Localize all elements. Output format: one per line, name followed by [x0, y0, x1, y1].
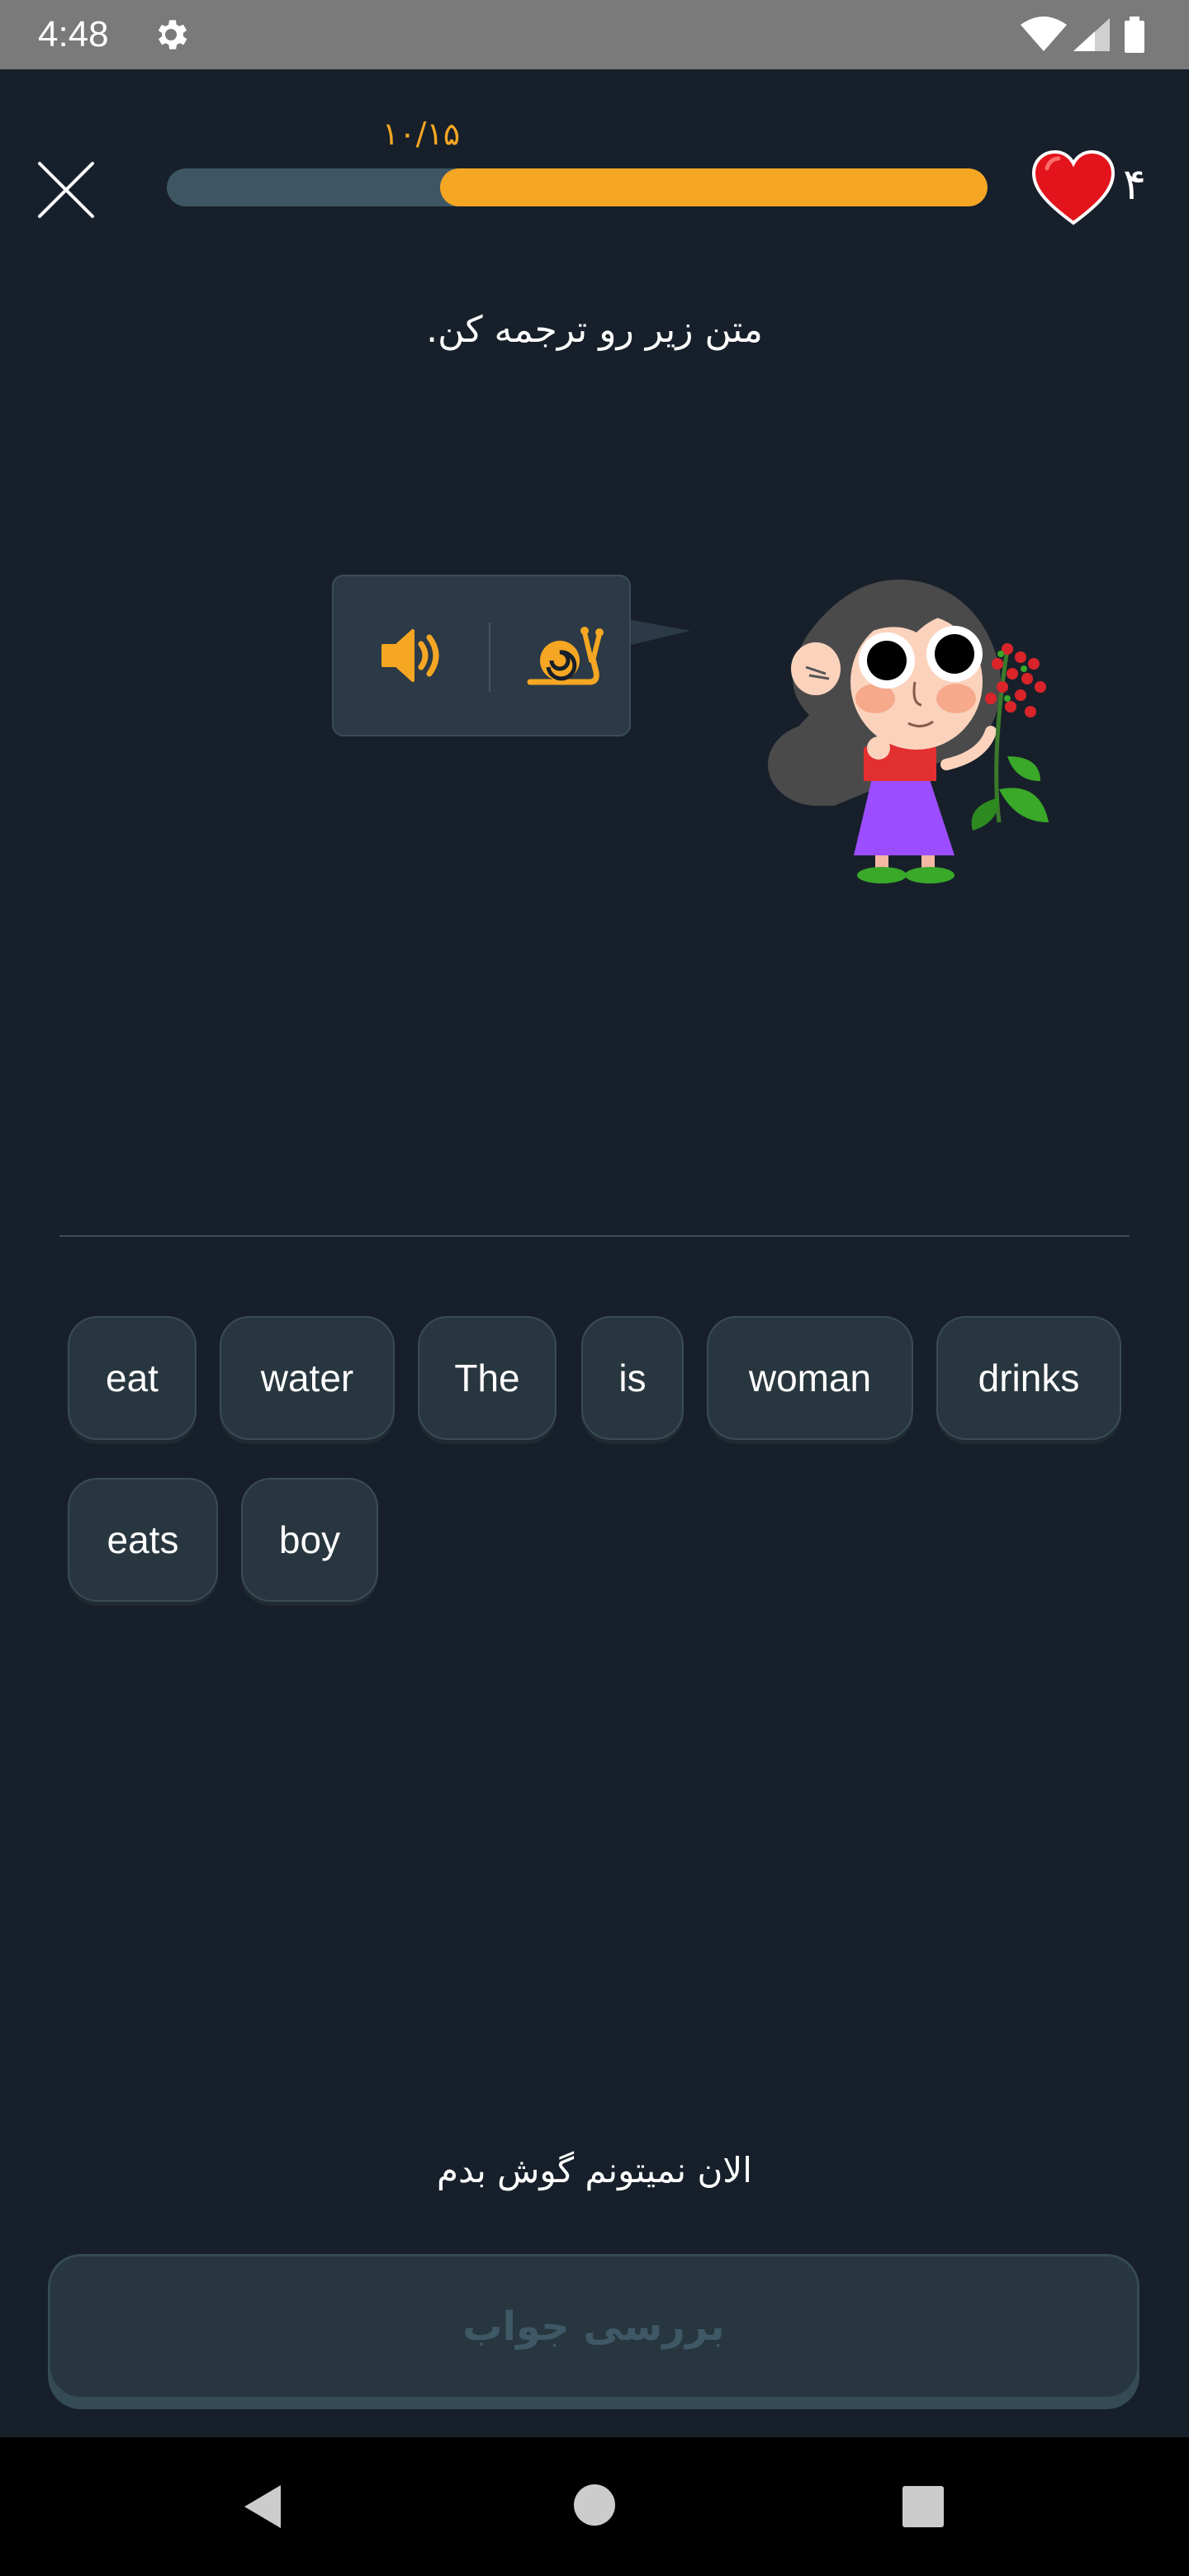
bubble-tail [628, 619, 690, 646]
word-chip[interactable]: drinks [936, 1316, 1121, 1440]
progress-fill [440, 168, 988, 206]
progress-count: ۱۰/۱۵ [381, 116, 461, 152]
navigation-bar [0, 2437, 1189, 2576]
status-icons [1019, 13, 1159, 59]
recents-icon [902, 2486, 944, 2527]
gear-icon [151, 15, 191, 58]
word-chip[interactable]: eat [68, 1316, 197, 1440]
close-button[interactable] [35, 159, 97, 221]
back-icon [244, 2485, 281, 2528]
audio-bubble [332, 575, 631, 736]
progress-bar [167, 168, 988, 206]
wifi-icon [1021, 17, 1067, 51]
instruction-text: متن زیر رو ترجمه کن. [426, 309, 763, 351]
hearts-count: ۴ [1123, 160, 1146, 210]
word-chip[interactable]: eats [68, 1478, 218, 1602]
word-chip[interactable]: water [220, 1316, 395, 1440]
back-button[interactable] [239, 2482, 286, 2535]
signal-icon [1073, 18, 1110, 51]
home-icon [574, 2484, 615, 2526]
word-chip[interactable]: The [418, 1316, 557, 1440]
answer-divider [59, 1235, 1130, 1237]
character-illustration [768, 580, 1049, 883]
play-slow-audio-button[interactable] [525, 614, 608, 697]
home-button[interactable] [573, 2484, 616, 2530]
play-audio-button[interactable] [370, 614, 452, 697]
word-chip[interactable]: boy [241, 1478, 378, 1602]
cant-listen-link[interactable]: الان نمیتونم گوش بدم [0, 2147, 1189, 2195]
snail-icon [527, 627, 604, 685]
heart-icon [1032, 150, 1115, 225]
word-chip[interactable]: woman [707, 1316, 913, 1440]
speaker-icon [381, 629, 439, 682]
bubble-divider [489, 623, 490, 692]
check-answer-button[interactable]: بررسی جواب [48, 2254, 1139, 2399]
recents-button[interactable] [902, 2485, 945, 2531]
hearts-counter: ۴ [1032, 147, 1164, 230]
word-chip[interactable]: is [581, 1316, 684, 1440]
status-bar: 4:48 [0, 0, 1189, 69]
status-time: 4:48 [38, 14, 109, 54]
close-icon [38, 162, 94, 218]
battery-icon [1125, 17, 1144, 53]
